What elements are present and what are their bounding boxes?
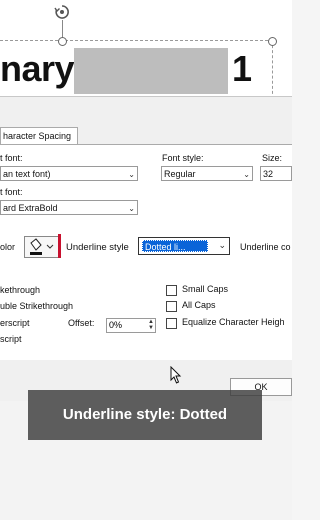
size-input[interactable]: 32 (260, 166, 292, 181)
slide-title-number: 1 (232, 48, 253, 89)
rotate-handle-icon[interactable] (54, 4, 70, 20)
resize-handle[interactable] (58, 37, 67, 46)
paint-bucket-icon (30, 238, 54, 255)
superscript-label[interactable]: erscript (0, 318, 30, 328)
all-caps-label[interactable]: All Caps (182, 300, 216, 310)
size-label: Size: (262, 153, 283, 163)
equalize-height-checkbox[interactable] (166, 318, 177, 329)
font-color-button[interactable] (24, 236, 60, 258)
chevron-down-icon: ⌄ (128, 170, 135, 179)
spinner-arrows-icon[interactable]: ▲ ▼ (148, 319, 154, 331)
font-style-label: Font style: (162, 153, 204, 163)
small-caps-checkbox[interactable] (166, 285, 177, 296)
offset-label: Offset: (68, 318, 95, 328)
font-style-value: Regular (164, 169, 196, 179)
chevron-down-icon: ⌄ (243, 170, 250, 179)
underline-color-label: Underline co (240, 242, 291, 252)
asian-font-value: ard ExtraBold (3, 203, 58, 213)
slide-canvas: nary 1 (0, 0, 292, 99)
underline-style-value: Dotted li... (142, 240, 208, 252)
tab-character-spacing[interactable]: haracter Spacing (0, 127, 79, 145)
latin-font-combo[interactable]: an text font) ⌄ (0, 166, 138, 181)
title-highlight-box (74, 48, 228, 94)
chevron-down-icon: ⌄ (218, 240, 226, 250)
size-value: 32 (263, 169, 274, 179)
mouse-cursor-icon (170, 366, 182, 384)
font-style-combo[interactable]: Regular ⌄ (161, 166, 253, 181)
double-strikethrough-label[interactable]: uble Strikethrough (0, 301, 73, 311)
font-color-label: olor (0, 242, 16, 252)
chevron-down-icon: ⌄ (128, 204, 135, 213)
underline-style-label: Underline style (66, 242, 129, 253)
asian-font-label: t font: (0, 187, 23, 197)
subscript-label[interactable]: script (0, 334, 22, 344)
small-caps-label[interactable]: Small Caps (182, 284, 228, 294)
all-caps-checkbox[interactable] (166, 301, 177, 312)
offset-value: 0% (109, 320, 123, 330)
color-indicator-bar (58, 234, 61, 258)
offset-spinner[interactable]: 0% ▲ ▼ (106, 318, 156, 333)
slide-title-text: nary (0, 48, 75, 89)
asian-font-combo[interactable]: ard ExtraBold ⌄ (0, 200, 138, 215)
latin-font-label: t font: (0, 153, 23, 163)
latin-font-value: an text font) (3, 169, 51, 179)
resize-handle[interactable] (268, 37, 277, 46)
equalize-height-label[interactable]: Equalize Character Heigh (182, 317, 285, 327)
video-caption: Underline style: Dotted (28, 390, 262, 440)
strikethrough-label[interactable]: kethrough (0, 285, 40, 295)
underline-style-combo[interactable]: Dotted li... ⌄ (138, 237, 230, 255)
